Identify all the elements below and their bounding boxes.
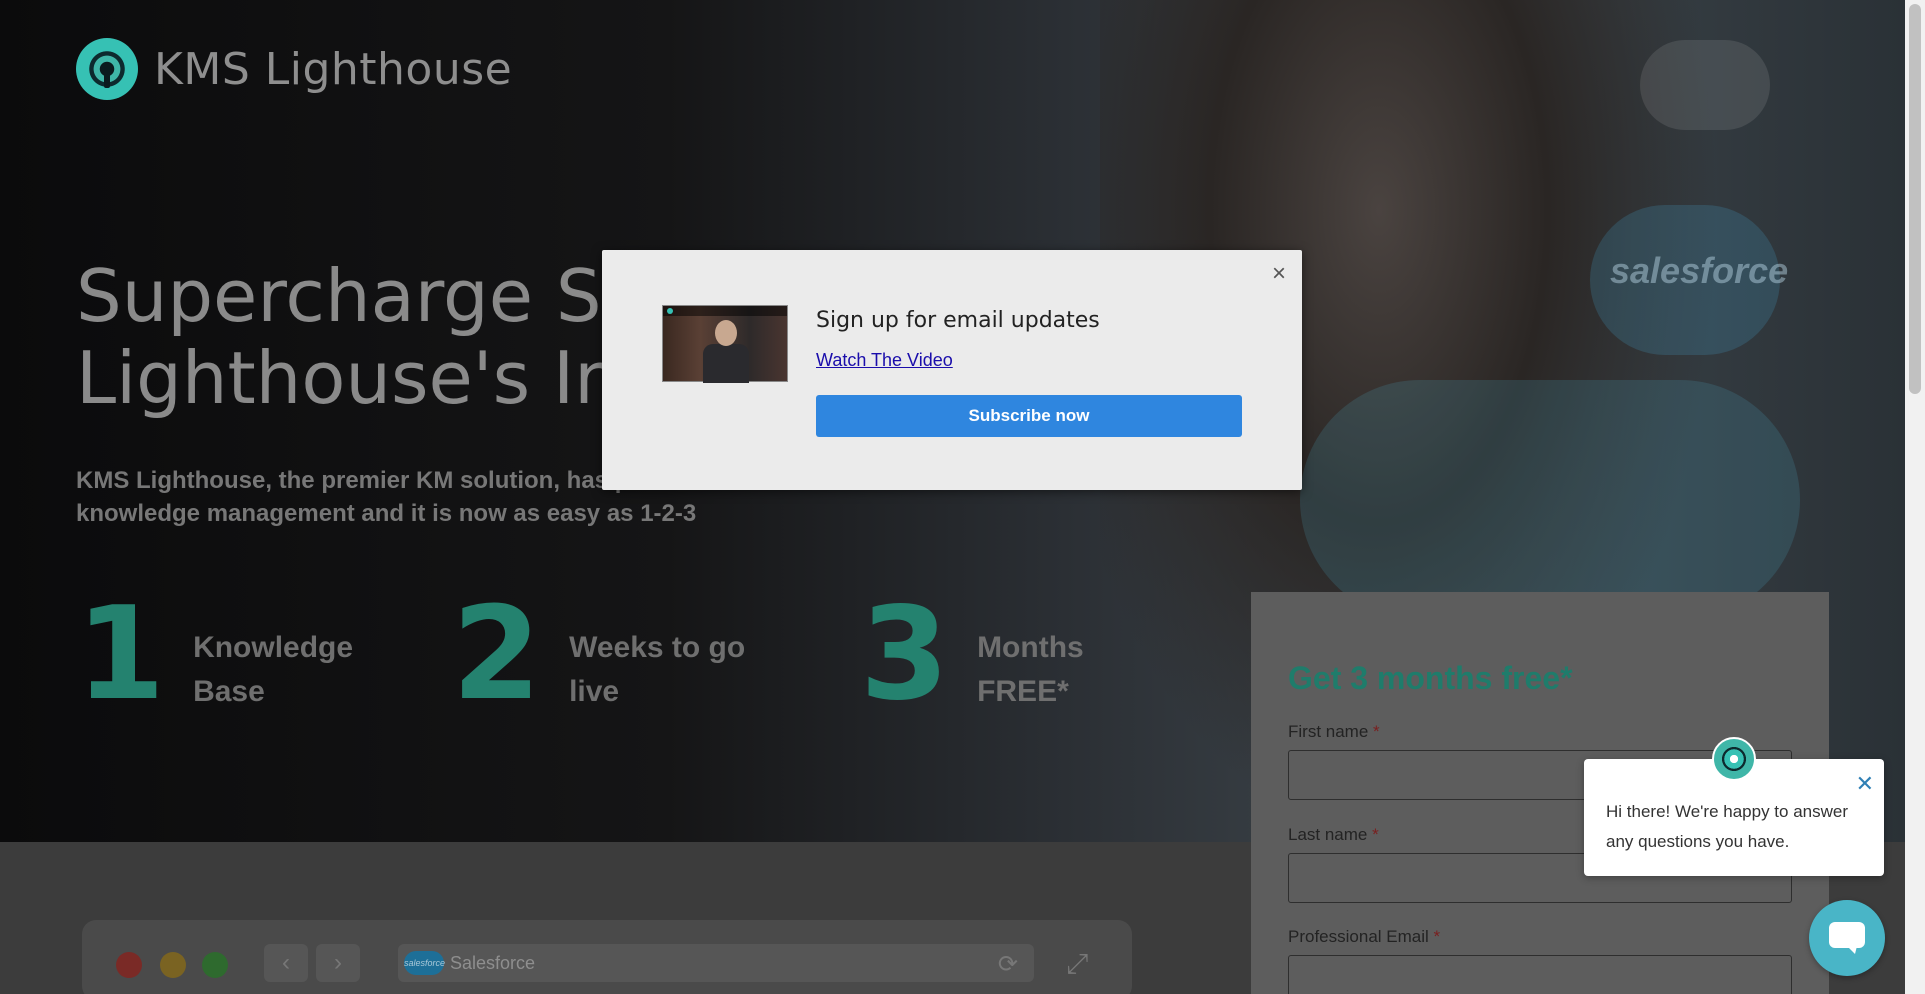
- speaker-figure: [703, 344, 749, 383]
- step-2: 2 Weeks to go live: [452, 580, 745, 729]
- window-minimize-dot: [160, 952, 186, 978]
- subtext-line: knowledge management and it is now as ea…: [76, 500, 697, 527]
- hero-glow: [1300, 380, 1800, 620]
- salesforce-logo-icon: salesforce: [404, 951, 445, 975]
- chat-greeting-text: Hi there! We're happy to answer any ques…: [1606, 802, 1848, 851]
- headline-line: Supercharge Sa: [76, 254, 646, 338]
- brand-name: KMS Lighthouse: [154, 43, 513, 95]
- step-label-line: Weeks to go: [569, 631, 746, 664]
- step-label: Weeks to go live: [569, 626, 745, 714]
- salesforce-cloud-watermark: salesforce: [1610, 250, 1789, 291]
- first-name-label: First name *: [1288, 722, 1380, 742]
- step-label-line: Months: [977, 631, 1084, 664]
- step-number: 2: [452, 580, 542, 729]
- chat-bubble-tail: [1847, 946, 1857, 954]
- email-label: Professional Email *: [1288, 927, 1440, 947]
- step-label-line: Knowledge: [193, 631, 354, 664]
- step-label-line: Base: [193, 675, 265, 708]
- window-maximize-dot: [202, 952, 228, 978]
- close-icon[interactable]: ×: [1272, 260, 1286, 288]
- step-number: 1: [76, 580, 166, 729]
- chevron-left-icon: ‹: [264, 944, 308, 982]
- lamp-light: [1640, 40, 1770, 130]
- window-close-dot: [116, 952, 142, 978]
- address-bar-text: Salesforce: [450, 953, 536, 973]
- chat-greeting-popup: ✕ Hi there! We're happy to answer any qu…: [1584, 737, 1884, 876]
- chat-launcher-button[interactable]: [1809, 900, 1885, 976]
- step-label-line: live: [569, 675, 620, 708]
- page: salesforce KMS Lighthouse Supercharge Sa…: [0, 0, 1905, 994]
- field-label-text: Last name: [1288, 825, 1368, 844]
- step-label-line: FREE*: [977, 675, 1069, 708]
- form-title: Get 3 months free*: [1288, 660, 1573, 696]
- watch-video-link[interactable]: Watch The Video: [816, 350, 953, 371]
- scrollbar-thumb[interactable]: [1909, 4, 1921, 394]
- page-headline: Supercharge Sa Lighthouse's Int: [76, 255, 648, 419]
- video-thumbnail[interactable]: [662, 305, 788, 383]
- refresh-icon: ⟳: [997, 951, 1018, 978]
- lighthouse-logo-icon: [76, 38, 138, 100]
- step-number: 3: [860, 580, 950, 729]
- lighthouse-avatar-icon: [1712, 737, 1756, 781]
- headline-line: Lighthouse's Int: [76, 336, 649, 420]
- page-scrollbar[interactable]: [1905, 0, 1925, 994]
- last-name-label: Last name *: [1288, 825, 1379, 845]
- field-label-text: First name: [1288, 722, 1369, 741]
- required-mark: *: [1433, 927, 1441, 946]
- field-label-text: Professional Email: [1288, 927, 1429, 946]
- brand-logo[interactable]: KMS Lighthouse: [76, 38, 512, 100]
- email-signup-modal: × Sign up for email updates Watch The Vi…: [602, 250, 1302, 490]
- speaker-head: [715, 320, 737, 346]
- channel-icon: [667, 308, 673, 314]
- required-mark: *: [1373, 722, 1380, 741]
- step-1: 1 Knowledge Base: [76, 580, 353, 729]
- modal-title: Sign up for email updates: [816, 308, 1100, 333]
- video-title-bar: [663, 306, 787, 316]
- required-mark: *: [1372, 825, 1379, 844]
- step-label: Months FREE*: [977, 626, 1084, 714]
- address-bar: salesforce Salesforce ⟳: [398, 944, 1034, 982]
- expand-icon: ⤢: [1066, 948, 1089, 979]
- subscribe-button[interactable]: Subscribe now: [816, 395, 1242, 437]
- step-label: Knowledge Base: [193, 626, 353, 714]
- close-icon[interactable]: ✕: [1856, 771, 1874, 797]
- chevron-right-icon: ›: [316, 944, 360, 982]
- email-field[interactable]: [1288, 955, 1792, 994]
- step-3: 3 Months FREE*: [860, 580, 1084, 729]
- chat-bubble-icon: [1829, 922, 1865, 948]
